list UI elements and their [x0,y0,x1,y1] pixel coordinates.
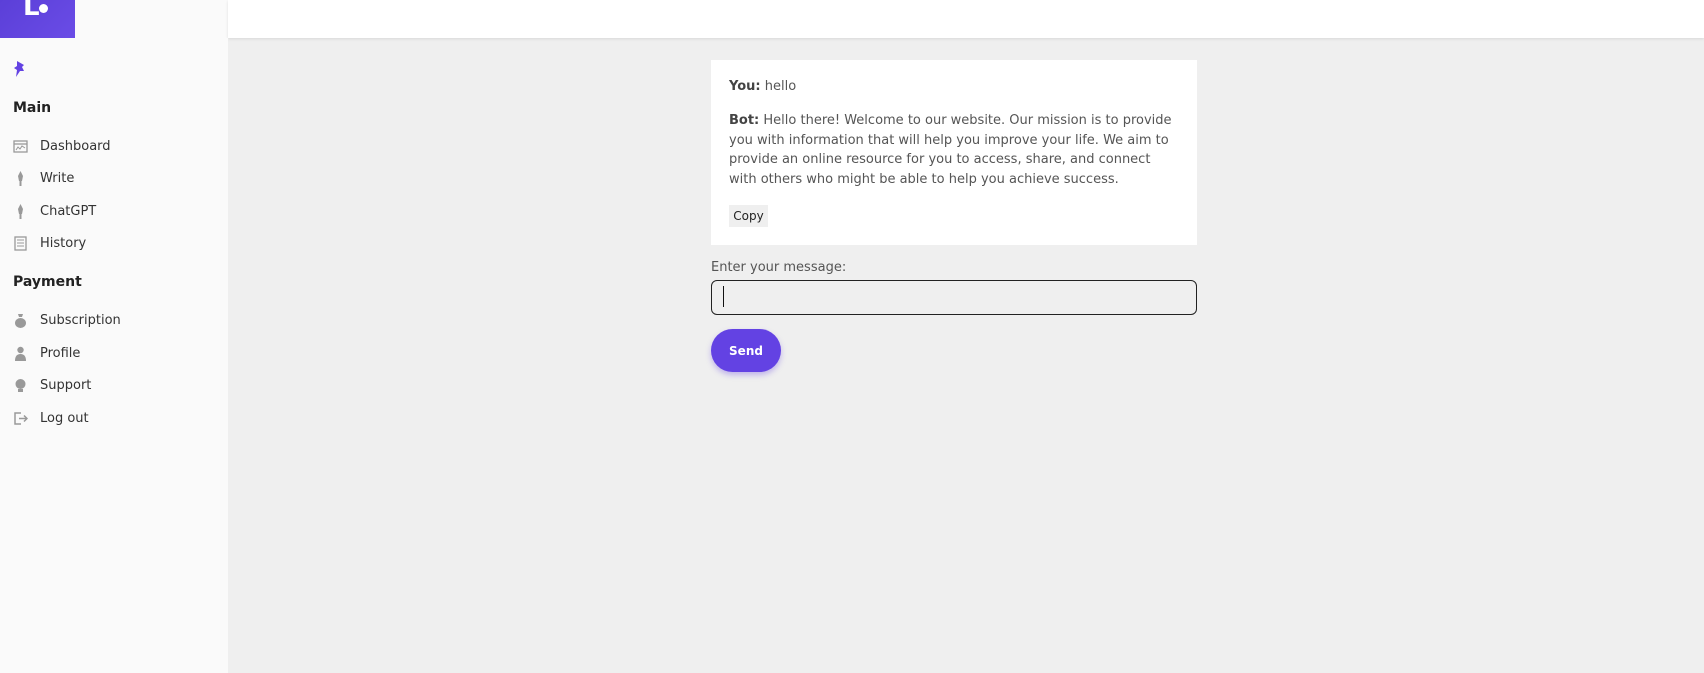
sidebar-item-subscription[interactable]: Subscription [0,307,228,335]
app-logo[interactable]: L [0,0,75,38]
message-speaker: You: [729,79,761,94]
sidebar-item-label: History [40,236,87,251]
sidebar: Main Dashboard Write ChatGPT History Pay… [0,38,228,673]
message-input-label: Enter your message: [711,260,847,275]
sidebar-item-history[interactable]: History [0,230,228,258]
sidebar-item-label: Write [40,171,75,186]
sidebar-item-label: Support [40,378,92,393]
sidebar-header [75,0,228,38]
section-title-payment: Payment [13,274,82,290]
dashboard-icon [13,140,28,153]
sidebar-item-logout[interactable]: Log out [0,405,228,433]
sidebar-item-label: Profile [40,346,81,361]
sidebar-item-label: Dashboard [40,139,111,154]
section-title-main: Main [13,100,52,116]
pin-icon[interactable] [12,60,28,78]
message-text: Hello there! Welcome to our website. Our… [729,113,1172,187]
logout-icon [14,412,28,425]
sidebar-item-label: Subscription [40,313,121,328]
sidebar-item-chatgpt[interactable]: ChatGPT [0,198,228,226]
sidebar-item-write[interactable]: Write [0,165,228,193]
message-text: hello [760,79,797,94]
pen-icon [18,204,23,219]
history-icon [14,236,27,251]
sidebar-item-label: Log out [40,411,89,426]
pen-icon [18,171,23,186]
support-icon [15,379,26,392]
send-button[interactable]: Send [711,329,781,372]
top-bar [228,0,1704,38]
logo-dot [39,4,48,13]
text-caret [723,286,724,307]
copy-button[interactable]: Copy [729,205,768,227]
message-speaker: Bot: [729,113,760,128]
chat-message-user: You: hello [729,77,1179,97]
sidebar-item-label: ChatGPT [40,204,97,219]
sidebar-item-profile[interactable]: Profile [0,340,228,368]
money-bag-icon [15,314,26,328]
chat-message-bot: Bot: Hello there! Welcome to our website… [729,111,1179,189]
sidebar-item-dashboard[interactable]: Dashboard [0,133,228,161]
user-icon [15,346,26,361]
chat-transcript: You: hello Bot: Hello there! Welcome to … [711,60,1197,245]
sidebar-item-support[interactable]: Support [0,372,228,400]
logo-letter: L [23,0,40,22]
message-input[interactable] [711,280,1197,315]
